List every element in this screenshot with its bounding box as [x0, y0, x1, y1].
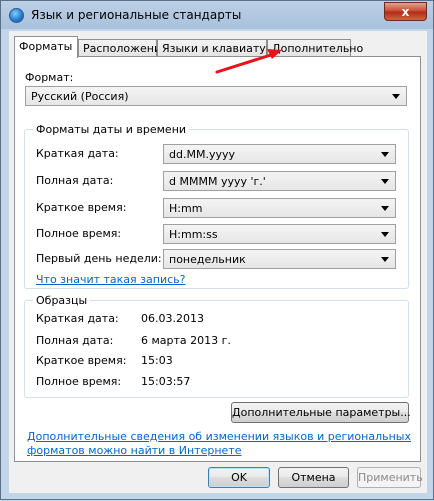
short-date-label: Краткая дата: — [36, 147, 119, 160]
samples-group-title: Образцы — [33, 294, 91, 307]
first-day-label: Первый день недели: — [36, 252, 162, 265]
chevron-down-icon — [392, 94, 400, 99]
datetime-formats-group-title: Форматы даты и времени — [33, 123, 190, 136]
chevron-down-icon — [381, 152, 389, 157]
sample-short-time-label: Краткое время: — [36, 354, 127, 367]
tab-advanced[interactable]: Дополнительно — [267, 39, 363, 57]
first-day-value: понедельник — [169, 253, 246, 266]
sample-long-time-label: Полное время: — [36, 375, 122, 388]
chevron-down-icon — [381, 257, 389, 262]
long-date-select[interactable]: d MMMM yyyy 'г.' — [163, 171, 396, 191]
apply-button[interactable]: Применить — [357, 467, 423, 488]
format-select-value: Русский (Россия) — [31, 90, 129, 103]
cancel-button[interactable]: Отмена — [278, 467, 349, 488]
format-help-link[interactable]: Что значит такая запись? — [36, 273, 185, 286]
dialog-window: Язык и региональные стандарты x Форматы … — [0, 0, 434, 500]
short-time-value: H:mm — [169, 202, 203, 215]
window-title: Язык и региональные стандарты — [31, 8, 242, 22]
format-select[interactable]: Русский (Россия) — [25, 86, 407, 106]
chevron-down-icon — [381, 206, 389, 211]
chevron-down-icon — [381, 232, 389, 237]
short-time-select[interactable]: H:mm — [163, 198, 396, 218]
long-date-label: Полная дата: — [36, 174, 114, 187]
tab-location[interactable]: Расположение — [78, 39, 168, 57]
long-time-label: Полное время: — [36, 227, 122, 240]
info-link-line-2[interactable]: форматов можно найти в Интернете — [27, 444, 241, 457]
globe-icon — [9, 8, 24, 23]
long-time-value: H:mm:ss — [169, 228, 218, 241]
sample-short-date-label: Краткая дата: — [36, 312, 119, 325]
sample-short-date-value: 06.03.2013 — [141, 312, 204, 325]
additional-settings-button[interactable]: Дополнительные параметры... — [231, 402, 411, 423]
dialog-client-area: Форматы Расположение Языки и клавиатуры … — [9, 31, 427, 493]
info-link-line-1[interactable]: Дополнительные сведения об изменении язы… — [27, 430, 411, 443]
chevron-down-icon — [381, 179, 389, 184]
sample-short-time-value: 15:03 — [141, 354, 173, 367]
sample-long-date-label: Полная дата: — [36, 334, 114, 347]
tab-languages-keyboards[interactable]: Языки и клавиатуры — [157, 39, 282, 57]
title-bar[interactable]: Язык и региональные стандарты x — [1, 1, 433, 29]
short-date-value: dd.MM.yyyy — [169, 148, 235, 161]
first-day-select[interactable]: понедельник — [163, 249, 396, 269]
sample-long-date-value: 6 марта 2013 г. — [141, 334, 231, 347]
long-date-value: d MMMM yyyy 'г.' — [169, 175, 266, 188]
format-label: Формат: — [25, 71, 74, 84]
short-date-select[interactable]: dd.MM.yyyy — [163, 144, 396, 164]
ok-button[interactable]: OK — [208, 467, 270, 488]
sample-long-time-value: 15:03:57 — [141, 375, 191, 388]
close-button[interactable]: x — [384, 2, 427, 21]
tab-formats[interactable]: Форматы — [14, 36, 78, 58]
long-time-select[interactable]: H:mm:ss — [163, 224, 396, 244]
short-time-label: Краткое время: — [36, 201, 127, 214]
